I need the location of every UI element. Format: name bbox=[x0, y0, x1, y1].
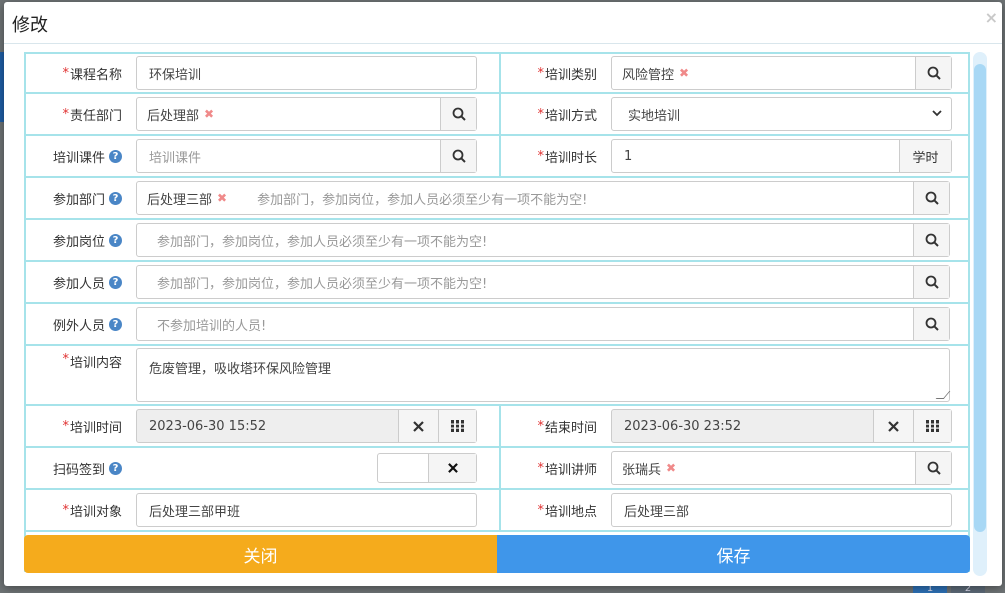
duration-label: * 培训时长 bbox=[537, 148, 597, 166]
form-row: 参加人员? 参加部门，参加岗位，参加人员必须至少有一项不能为空! bbox=[24, 262, 970, 304]
form-row: * 培训对象 后处理三部甲班 * 培训地点 后处理三部 bbox=[24, 490, 970, 532]
end-time-label: * 结束时间 bbox=[537, 418, 597, 436]
courseware-label: 培训课件? bbox=[26, 136, 126, 176]
help-icon[interactable]: ? bbox=[109, 149, 122, 163]
participating-posts-picker[interactable]: 参加部门，参加岗位，参加人员必须至少有一项不能为空! bbox=[136, 223, 950, 257]
calendar-button[interactable] bbox=[913, 410, 951, 442]
excluded-people-picker[interactable]: 不参加培训的人员! bbox=[136, 307, 950, 341]
course-name-input[interactable]: 环保培训 bbox=[136, 56, 477, 90]
participating-depts-label: 参加部门? bbox=[26, 178, 126, 218]
responsible-dept-picker[interactable]: 后处理部 ✖ bbox=[136, 97, 477, 131]
save-button[interactable]: 保存 bbox=[497, 535, 970, 573]
scrollbar[interactable] bbox=[973, 52, 987, 576]
search-icon bbox=[452, 107, 466, 121]
calendar-grid-icon bbox=[451, 420, 464, 432]
participants-label: 参加人员? bbox=[26, 262, 126, 302]
lecturer-picker[interactable]: 张瑞兵 ✖ bbox=[611, 451, 952, 485]
scan-checkin-label: 扫码签到? bbox=[26, 448, 126, 488]
close-icon bbox=[888, 420, 899, 432]
form-row: 例外人员? 不参加培训的人员! bbox=[24, 304, 970, 346]
modal-header: 修改 × bbox=[4, 2, 1002, 44]
close-icon bbox=[413, 420, 424, 432]
calendar-button[interactable] bbox=[438, 410, 476, 442]
content-textarea[interactable]: 危废管理，吸收塔环保风险管理 bbox=[136, 348, 951, 402]
help-icon[interactable]: ? bbox=[109, 317, 122, 331]
course-name-label: * 课程名称 bbox=[62, 65, 122, 83]
participating-depts-picker[interactable]: 后处理三部 ✖ 参加部门，参加岗位，参加人员必须至少有一项不能为空! bbox=[136, 181, 950, 215]
remove-tag-icon[interactable]: ✖ bbox=[204, 107, 214, 121]
close-icon bbox=[447, 463, 458, 473]
search-button[interactable] bbox=[440, 98, 476, 130]
search-button[interactable] bbox=[915, 452, 951, 484]
close-button[interactable]: 关闭 bbox=[24, 535, 497, 573]
clear-button[interactable] bbox=[398, 410, 438, 442]
form-row: * 培训时间 2023-06-30 15:52 * 结束时间 2023-06-30 … bbox=[24, 406, 970, 448]
form-row: * 责任部门 后处理部 ✖ * 培训方式 实地培训 bbox=[24, 94, 970, 136]
clear-button[interactable] bbox=[873, 410, 913, 442]
courseware-picker[interactable]: 培训课件 bbox=[136, 139, 477, 173]
form-row: 培训课件? 培训课件 * 培训时长 1 学时 bbox=[24, 136, 970, 178]
remove-tag-icon[interactable]: ✖ bbox=[217, 191, 227, 205]
content-label: * 培训内容 bbox=[62, 352, 122, 371]
scrollbar-thumb[interactable] bbox=[974, 64, 986, 532]
search-button[interactable] bbox=[913, 308, 949, 340]
form-area: * 课程名称 环保培训 * 培训类别 风险管控 ✖ * 责任部门 后处理部 ✖ * 培训方式 bbox=[24, 52, 970, 592]
excluded-people-label: 例外人员? bbox=[26, 304, 126, 344]
modal-title: 修改 bbox=[12, 15, 48, 36]
help-icon[interactable]: ? bbox=[109, 191, 122, 205]
training-category-picker[interactable]: 风险管控 ✖ bbox=[611, 56, 952, 90]
location-input[interactable]: 后处理三部 bbox=[611, 493, 952, 527]
category-tag: 风险管控 ✖ bbox=[622, 66, 690, 83]
search-button[interactable] bbox=[913, 182, 949, 214]
search-button[interactable] bbox=[440, 140, 476, 172]
form-row: 参加岗位? 参加部门，参加岗位，参加人员必须至少有一项不能为空! bbox=[24, 220, 970, 262]
help-icon[interactable]: ? bbox=[109, 461, 122, 475]
search-button[interactable] bbox=[915, 57, 951, 89]
participating-posts-label: 参加岗位? bbox=[26, 220, 126, 260]
training-category-label: * 培训类别 bbox=[537, 65, 597, 83]
training-mode-select[interactable]: 实地培训 bbox=[611, 97, 952, 131]
clear-button[interactable] bbox=[428, 454, 476, 482]
form-row: * 课程名称 环保培训 * 培训类别 风险管控 ✖ bbox=[24, 52, 970, 94]
resize-handle[interactable] bbox=[935, 391, 951, 399]
search-button[interactable] bbox=[913, 266, 949, 298]
end-time-input[interactable]: 2023-06-30 23:52 bbox=[611, 409, 952, 443]
audience-input[interactable]: 后处理三部甲班 bbox=[136, 493, 477, 527]
modal-footer: 关闭 保存 bbox=[24, 535, 970, 573]
chevron-down-icon bbox=[932, 110, 942, 117]
participants-picker[interactable]: 参加部门，参加岗位，参加人员必须至少有一项不能为空! bbox=[136, 265, 950, 299]
duration-input[interactable]: 1 学时 bbox=[611, 139, 952, 173]
search-icon bbox=[925, 317, 939, 331]
calendar-grid-icon bbox=[926, 420, 939, 432]
remove-tag-icon[interactable]: ✖ bbox=[679, 66, 689, 80]
location-label: * 培训地点 bbox=[537, 502, 597, 520]
audience-label: * 培训对象 bbox=[62, 502, 122, 520]
search-icon bbox=[925, 233, 939, 247]
help-icon[interactable]: ? bbox=[109, 275, 122, 289]
search-icon bbox=[927, 461, 941, 475]
search-icon bbox=[452, 149, 466, 163]
close-icon[interactable]: × bbox=[985, 8, 998, 27]
search-icon bbox=[925, 191, 939, 205]
training-mode-label: * 培训方式 bbox=[537, 106, 597, 124]
scan-checkin-toggle[interactable] bbox=[377, 453, 477, 483]
start-time-input[interactable]: 2023-06-30 15:52 bbox=[136, 409, 477, 443]
lecturer-label: * 培训讲师 bbox=[537, 460, 597, 478]
search-icon bbox=[927, 66, 941, 80]
help-icon[interactable]: ? bbox=[109, 233, 122, 247]
responsible-dept-label: * 责任部门 bbox=[62, 106, 122, 124]
form-row: * 培训内容 危废管理，吸收塔环保风险管理 bbox=[24, 346, 970, 406]
search-button[interactable] bbox=[913, 224, 949, 256]
form-row: 扫码签到? * 培训讲师 张瑞兵 ✖ bbox=[24, 448, 970, 490]
search-icon bbox=[925, 275, 939, 289]
form-row: 参加部门? 后处理三部 ✖ 参加部门，参加岗位，参加人员必须至少有一项不能为空! bbox=[24, 178, 970, 220]
duration-unit: 学时 bbox=[899, 140, 951, 172]
remove-tag-icon[interactable]: ✖ bbox=[666, 461, 676, 475]
start-time-label: * 培训时间 bbox=[62, 418, 122, 436]
